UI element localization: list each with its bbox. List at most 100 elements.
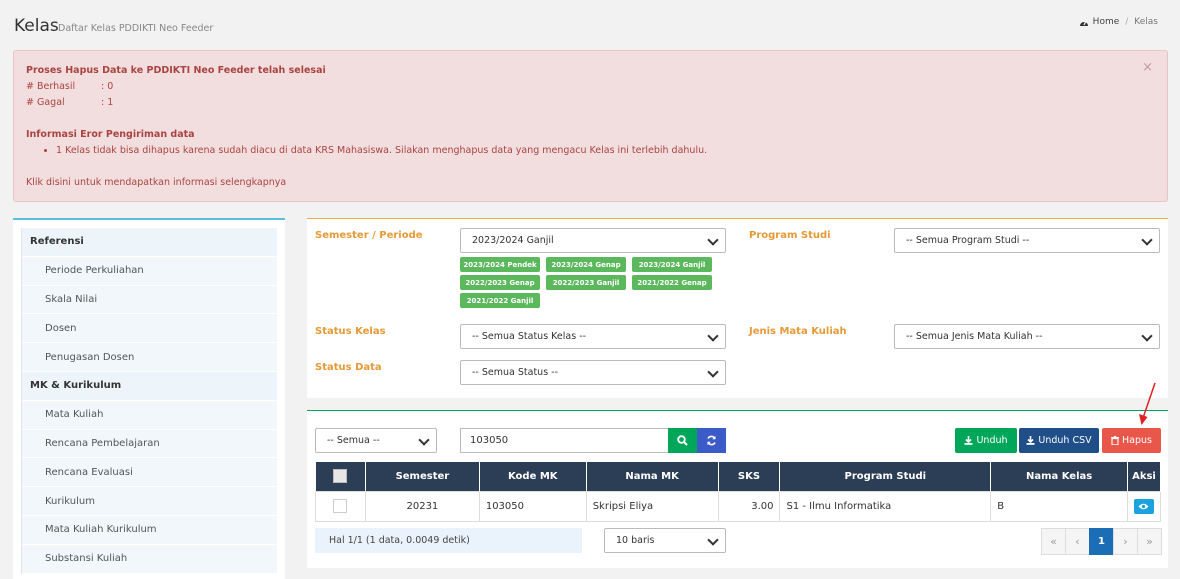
sidebar-item-periode-perkuliahan[interactable]: Periode Perkuliahan	[22, 256, 277, 286]
row-select-cell	[315, 490, 366, 522]
prodi-label: Program Studi	[749, 230, 831, 241]
col-kode-mk[interactable]: Kode MK	[479, 462, 587, 491]
status-kelas-select[interactable]: -- Semua Status Kelas --	[460, 324, 726, 349]
jenis-mk-select-value: -- Semua Jenis Mata Kuliah --	[906, 331, 1043, 342]
sidebar-item-mata-kuliah-kurikulum[interactable]: Mata Kuliah Kurikulum	[22, 515, 277, 545]
semester-tag[interactable]: 2023/2024 Genap	[546, 257, 626, 272]
semester-tag[interactable]: 2023/2024 Pendek	[460, 257, 540, 272]
sidebar-item-rencana-evaluasi[interactable]: Rencana Evaluasi	[22, 458, 277, 488]
prev-page-button[interactable]: ‹	[1065, 528, 1090, 555]
close-icon[interactable]: ×	[1142, 60, 1153, 76]
alert-gagal-row: # Gagal : 1	[26, 95, 1155, 111]
chevron-down-icon	[707, 534, 719, 546]
semester-tag[interactable]: 2023/2024 Ganjil	[632, 257, 712, 272]
alert-berhasil-label: # Berhasil	[26, 81, 76, 92]
col-nama-kelas[interactable]: Nama Kelas	[990, 462, 1128, 491]
rows-per-page-value: 10 baris	[616, 535, 655, 546]
filter-panel: Semester / Periode 2023/2024 Ganjil 2023…	[307, 218, 1168, 398]
row-checkbox[interactable]	[333, 499, 348, 513]
semester-select[interactable]: 2023/2024 Ganjil	[460, 228, 726, 253]
search-field-select[interactable]: -- Semua --	[315, 428, 437, 453]
col-semester[interactable]: Semester	[365, 462, 480, 491]
sidebar: Referensi Periode Perkuliahan Skala Nilai D…	[13, 218, 285, 579]
alert-gagal-label: # Gagal	[26, 97, 65, 108]
sidebar-item-referensi[interactable]: Referensi	[22, 228, 277, 257]
alert-berhasil-row: # Berhasil : 0	[26, 79, 1155, 95]
col-sks[interactable]: SKS	[718, 462, 781, 491]
alert-error-title: Informasi Eror Pengiriman data	[26, 129, 195, 140]
alert-berhasil-value: : 0	[101, 81, 114, 92]
page-title: Kelas	[14, 16, 59, 36]
col-nama-mk[interactable]: Nama MK	[586, 462, 719, 491]
unduh-button-label: Unduh	[976, 435, 1008, 446]
select-all-header	[315, 462, 366, 491]
breadcrumb-current: Kelas	[1134, 17, 1158, 27]
hapus-button[interactable]: Hapus	[1102, 428, 1161, 453]
status-kelas-label: Status Kelas	[315, 326, 386, 337]
sidebar-item-skala-nilai[interactable]: Skala Nilai	[22, 285, 277, 315]
alert-error-list: 1 Kelas tidak bisa dihapus karena sudah …	[56, 143, 1155, 159]
unduh-csv-button-label: Unduh CSV	[1038, 435, 1092, 446]
cell-nama-kelas: B	[990, 490, 1128, 522]
kelas-table: Semester Kode MK Nama MK SKS Program Stu…	[315, 462, 1162, 522]
prodi-select-value: -- Semua Program Studi --	[906, 235, 1030, 246]
alert-link-prefix: Klik	[26, 177, 47, 188]
pagination: «‹ 1 ›»	[1041, 528, 1162, 555]
page-subtitle: Daftar Kelas PDDIKTI Neo Feeder	[58, 23, 214, 34]
sidebar-item-mk-kurikulum[interactable]: MK & Kurikulum	[22, 371, 277, 401]
view-button[interactable]	[1133, 498, 1154, 514]
semester-tag[interactable]: 2022/2023 Ganjil	[546, 275, 626, 290]
chevron-down-icon	[707, 234, 719, 246]
unduh-csv-button[interactable]: Unduh CSV	[1019, 428, 1099, 453]
download-icon	[1026, 436, 1035, 445]
search-icon	[677, 435, 688, 446]
search-field-select-value: -- Semua --	[327, 435, 380, 446]
trash-icon	[1111, 436, 1120, 445]
rows-per-page-select[interactable]: 10 baris	[604, 528, 726, 553]
breadcrumb-home[interactable]: Home	[1093, 17, 1120, 27]
table-row: 20231 103050 Skripsi Eliya 3.00 S1 - Ilm…	[315, 490, 1162, 522]
semester-tag[interactable]: 2021/2022 Genap	[632, 275, 712, 290]
select-all-checkbox[interactable]	[333, 469, 348, 484]
chevron-down-icon	[1141, 234, 1153, 246]
cell-aksi	[1126, 490, 1162, 522]
hapus-button-label: Hapus	[1122, 435, 1152, 446]
sidebar-item-mata-kuliah[interactable]: Mata Kuliah	[22, 400, 277, 430]
chevron-down-icon	[418, 434, 430, 446]
cell-program-studi: S1 - Ilmu Informatika	[779, 490, 992, 522]
cell-kode-mk: 103050	[478, 490, 587, 522]
search-input[interactable]: 103050	[460, 428, 670, 453]
sidebar-item-kurikulum[interactable]: Kurikulum	[22, 487, 277, 516]
alert-more-info-link[interactable]: disini	[46, 177, 71, 188]
col-program-studi[interactable]: Program Studi	[779, 462, 992, 491]
chevron-down-icon	[707, 366, 719, 378]
sidebar-item-substansi-kuliah[interactable]: Substansi Kuliah	[22, 544, 277, 574]
unduh-button[interactable]: Unduh	[955, 428, 1017, 453]
breadcrumb-separator: /	[1125, 17, 1129, 27]
semester-tag[interactable]: 2021/2022 Ganjil	[460, 293, 540, 308]
alert-more-info: Klik disini untuk mendapatkan informasi …	[26, 175, 1155, 191]
last-page-button[interactable]: »	[1137, 528, 1162, 555]
search-button[interactable]	[668, 428, 697, 453]
sidebar-item-rencana-pembelajaran[interactable]: Rencana Pembelajaran	[22, 429, 277, 459]
annotation-arrow-icon	[1139, 382, 1156, 425]
semester-select-value: 2023/2024 Ganjil	[472, 235, 554, 246]
sidebar-item-penugasan-dosen[interactable]: Penugasan Dosen	[22, 343, 277, 372]
status-kelas-select-value: -- Semua Status Kelas --	[472, 331, 587, 342]
refresh-icon	[707, 435, 716, 446]
next-page-button[interactable]: ›	[1113, 528, 1138, 555]
pagination-info: Hal 1/1 (1 data, 0.0049 detik)	[315, 528, 582, 553]
alert-title: Proses Hapus Data ke PDDIKTI Neo Feeder …	[26, 65, 326, 76]
first-page-button[interactable]: «	[1041, 528, 1066, 555]
page-header: Kelas Daftar Kelas PDDIKTI Neo Feeder Ho…	[0, 0, 1180, 46]
refresh-button[interactable]	[697, 428, 726, 453]
jenis-mk-select[interactable]: -- Semua Jenis Mata Kuliah --	[894, 324, 1160, 349]
download-icon	[964, 436, 973, 445]
breadcrumb: Home / Kelas	[1079, 17, 1158, 27]
semester-tag[interactable]: 2022/2023 Genap	[460, 275, 540, 290]
prodi-select[interactable]: -- Semua Program Studi --	[894, 228, 1160, 253]
page-1-button[interactable]: 1	[1089, 528, 1114, 555]
semester-quick-tags: 2023/2024 Pendek 2023/2024 Genap 2023/2024…	[460, 257, 730, 308]
status-data-select[interactable]: -- Semua Status --	[460, 360, 726, 385]
sidebar-item-dosen[interactable]: Dosen	[22, 314, 277, 344]
